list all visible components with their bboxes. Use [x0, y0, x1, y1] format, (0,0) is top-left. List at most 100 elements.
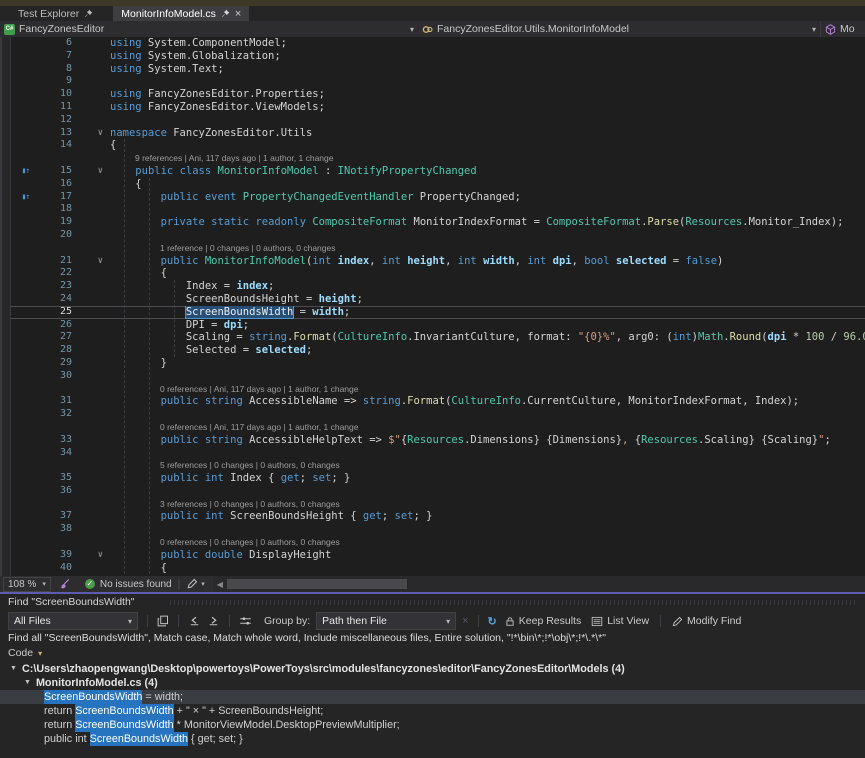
code-line[interactable]: 25 ScreenBoundsWidth = width; [11, 306, 865, 319]
document-tab-bar: Test Explorer MonitorInfoModel.cs × [0, 6, 865, 21]
codelens-line[interactable]: 9 references | Ani, 117 days ago | 1 aut… [11, 152, 865, 165]
code-line[interactable]: 10using FancyZonesEditor.Properties; [11, 88, 865, 101]
code-line[interactable]: 13∨namespace FancyZonesEditor.Utils [11, 127, 865, 140]
codelens-line[interactable]: 3 references | 0 changes | 0 authors, 0 … [11, 498, 865, 511]
code-line[interactable]: 39∨ public double DisplayHeight [11, 549, 865, 562]
fold-chevron-icon[interactable]: ∨ [72, 127, 110, 140]
fold-chevron-icon[interactable]: ∨ [72, 255, 110, 268]
scrollbar-thumb[interactable] [227, 579, 407, 589]
codelens-text[interactable]: 1 reference | 0 changes | 0 authors, 0 c… [110, 242, 865, 255]
scroll-left-icon[interactable]: ◀ [213, 580, 227, 589]
code-line[interactable]: 20 [11, 229, 865, 242]
fold-chevron-icon[interactable]: ∨ [72, 549, 110, 562]
find-result-row[interactable]: ScreenBoundsWidth = width; [0, 690, 865, 704]
project-dropdown[interactable]: C# FancyZonesEditor ▾ [0, 21, 418, 37]
code-line[interactable]: 28 Selected = selected; [11, 344, 865, 357]
document-health-icon[interactable] [59, 578, 71, 590]
find-result-row[interactable]: return ScreenBoundsWidth * MonitorViewMo… [0, 718, 865, 732]
line-number: 32 [40, 408, 72, 421]
code-line[interactable]: 18 [11, 203, 865, 216]
close-tab-icon[interactable]: × [235, 8, 241, 20]
code-line[interactable]: 26 DPI = dpi; [11, 319, 865, 332]
codelens-text[interactable]: 0 references | Ani, 117 days ago | 1 aut… [110, 383, 865, 396]
code-line[interactable]: 23 Index = index; [11, 280, 865, 293]
codelens-text[interactable]: 3 references | 0 changes | 0 authors, 0 … [110, 498, 865, 511]
fold-margin [72, 306, 110, 319]
expander-icon[interactable]: ▼ [10, 662, 17, 676]
clear-results-icon[interactable]: × [462, 615, 468, 627]
scope-filter-dropdown[interactable]: All Files ▾ [8, 612, 138, 630]
code-line[interactable]: 27 Scaling = string.Format(CultureInfo.I… [11, 331, 865, 344]
pin-icon[interactable] [84, 9, 93, 18]
type-dropdown[interactable]: FancyZonesEditor.Utils.MonitorInfoModel … [418, 21, 820, 37]
list-view-button[interactable]: List View [589, 615, 651, 627]
find-panel-header[interactable]: Find "ScreenBoundsWidth" [0, 594, 865, 610]
chevron-down-icon[interactable]: ▾ [201, 580, 205, 588]
code-line[interactable]: 14{ [11, 139, 865, 152]
code-line[interactable]: 32 [11, 408, 865, 421]
code-line[interactable]: 22 { [11, 267, 865, 280]
tab-test-explorer[interactable]: Test Explorer [10, 6, 101, 21]
codelens-line[interactable]: 5 references | 0 changes | 0 authors, 0 … [11, 459, 865, 472]
copy-icon[interactable] [157, 615, 169, 627]
code-line[interactable]: 21∨ public MonitorInfoModel(int index, i… [11, 255, 865, 268]
group-by-dropdown[interactable]: Path then File ▾ [316, 612, 456, 630]
code-line[interactable]: 29 } [11, 357, 865, 370]
code-line[interactable]: 38 [11, 523, 865, 536]
settings-sliders-icon[interactable] [239, 615, 252, 627]
find-result-group-row[interactable]: ▼MonitorInfoModel.cs (4) [0, 676, 865, 690]
fold-margin [72, 447, 110, 460]
pin-icon[interactable] [221, 9, 230, 18]
refresh-search-icon[interactable]: ↻ [488, 615, 497, 628]
code-line[interactable]: 8using System.Text; [11, 63, 865, 76]
modify-find-button[interactable]: Modify Find [670, 615, 743, 627]
code-line[interactable]: 31 public string AccessibleName => strin… [11, 395, 865, 408]
code-line[interactable]: 34 [11, 447, 865, 460]
codelens-line[interactable]: 0 references | 0 changes | 0 authors, 0 … [11, 536, 865, 549]
code-editor[interactable]: 6using System.ComponentModel;7using Syst… [0, 37, 865, 576]
code-line[interactable]: 40 { [11, 562, 865, 575]
tab-monitorinfomodel[interactable]: MonitorInfoModel.cs × [113, 6, 249, 21]
csharp-project-icon: C# [4, 24, 15, 35]
codelens-text[interactable]: 9 references | Ani, 117 days ago | 1 aut… [110, 152, 865, 165]
find-result-row[interactable]: return ScreenBoundsWidth + " × " + Scree… [0, 704, 865, 718]
code-line[interactable]: ▮↑17 public event PropertyChangedEventHa… [11, 191, 865, 204]
navigation-bar: C# FancyZonesEditor ▾ FancyZonesEditor.U… [0, 21, 865, 37]
horizontal-scrollbar[interactable]: ◀ [213, 576, 865, 592]
code-line[interactable]: 37 public int ScreenBoundsHeight { get; … [11, 510, 865, 523]
code-line[interactable]: ▮↑15∨ public class MonitorInfoModel : IN… [11, 165, 865, 178]
lock-icon [505, 616, 515, 627]
keep-results-button[interactable]: Keep Results [503, 615, 583, 627]
code-line[interactable]: 16 { [11, 178, 865, 191]
code-line[interactable]: 35 public int Index { get; set; } [11, 472, 865, 485]
code-line[interactable]: 30 [11, 370, 865, 383]
find-result-group-row[interactable]: ▼C:\Users\zhaopengwang\Desktop\powertoys… [0, 662, 865, 676]
code-line[interactable]: 19 private static readonly CompositeForm… [11, 216, 865, 229]
next-result-icon[interactable] [207, 615, 220, 627]
code-line[interactable]: 11using FancyZonesEditor.ViewModels; [11, 101, 865, 114]
code-line[interactable]: 33 public string AccessibleHelpText => $… [11, 434, 865, 447]
code-suggestion-pen-icon[interactable] [186, 578, 198, 590]
code-line[interactable]: 36 [11, 485, 865, 498]
fold-chevron-icon[interactable]: ∨ [72, 165, 110, 178]
codelens-line[interactable]: 0 references | Ani, 117 days ago | 1 aut… [11, 421, 865, 434]
zoom-level-dropdown[interactable]: 108 % ▾ [3, 577, 51, 592]
member-dropdown[interactable]: Mo [820, 21, 865, 37]
code-line[interactable]: 7using System.Globalization; [11, 50, 865, 63]
code-line[interactable]: 6using System.ComponentModel; [11, 37, 865, 50]
codelens-text[interactable]: 0 references | Ani, 117 days ago | 1 aut… [110, 421, 865, 434]
codelens-line[interactable]: 0 references | Ani, 117 days ago | 1 aut… [11, 383, 865, 396]
code-line[interactable]: 12 [11, 114, 865, 127]
line-number: 12 [40, 114, 72, 127]
codelens-text[interactable]: 5 references | 0 changes | 0 authors, 0 … [110, 459, 865, 472]
previous-result-icon[interactable] [188, 615, 201, 627]
code-line[interactable]: 9 [11, 75, 865, 88]
code-scope-toggle[interactable]: Code ▾ [0, 646, 865, 660]
fold-margin [72, 191, 110, 204]
codelens-line[interactable]: 1 reference | 0 changes | 0 authors, 0 c… [11, 242, 865, 255]
codelens-text[interactable]: 0 references | 0 changes | 0 authors, 0 … [110, 536, 865, 549]
expander-icon[interactable]: ▼ [24, 676, 31, 690]
line-number: 26 [40, 319, 72, 332]
find-result-row[interactable]: public int ScreenBoundsWidth { get; set;… [0, 732, 865, 746]
code-line[interactable]: 24 ScreenBoundsHeight = height; [11, 293, 865, 306]
